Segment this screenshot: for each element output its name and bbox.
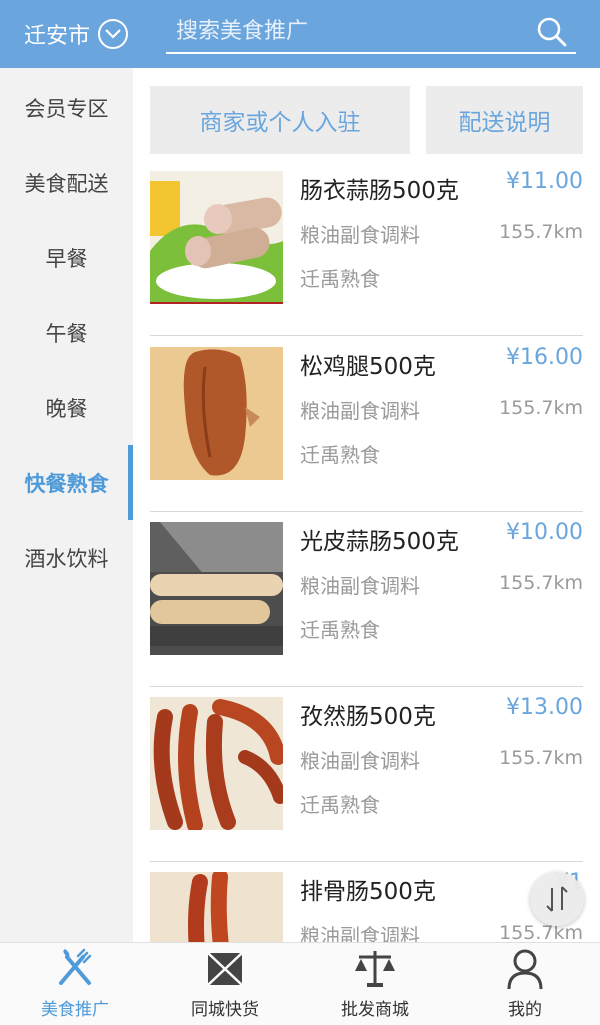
product-category: 粮油副食调料: [300, 749, 420, 773]
list-item[interactable]: 孜然肠500克 ¥13.00 粮油副食调料 155.7km 迁禹熟食: [150, 687, 583, 862]
person-icon: [507, 949, 543, 990]
sidebar-item-dinner[interactable]: 晚餐: [0, 370, 133, 445]
sidebar-item-label: 晚餐: [45, 396, 88, 421]
product-price: ¥16.00: [506, 345, 583, 370]
product-shop: 迁禹熟食: [300, 618, 380, 642]
sidebar-item-food-delivery[interactable]: 美食配送: [0, 145, 133, 220]
nav-label: 同城快货: [191, 1000, 259, 1020]
product-price: ¥10.00: [506, 520, 583, 545]
nav-food-promo[interactable]: 美食推广: [0, 943, 150, 1025]
product-price: ¥11.00: [506, 169, 583, 194]
product-price: ¥13.00: [506, 695, 583, 720]
product-distance: 155.7km: [499, 922, 583, 942]
product-category: 粮油副食调料: [300, 223, 420, 247]
search-box: [166, 10, 576, 54]
search-input[interactable]: [166, 18, 526, 44]
product-shop: 迁禹熟食: [300, 443, 380, 467]
sidebar-item-label: 早餐: [45, 246, 88, 271]
app-root: 迁安市 会员专区 美食配送 早餐 午餐 晚餐: [0, 0, 600, 1025]
sidebar-item-label: 酒水饮料: [24, 546, 109, 571]
product-category: 粮油副食调料: [300, 574, 420, 598]
product-image: [150, 522, 283, 655]
search-icon[interactable]: [536, 16, 568, 48]
category-sidebar: 会员专区 美食配送 早餐 午餐 晚餐 快餐熟食 酒水饮料: [0, 68, 133, 942]
sidebar-item-label: 午餐: [45, 321, 88, 346]
nav-label: 美食推广: [41, 1000, 109, 1020]
nav-label: 批发商城: [341, 1000, 409, 1020]
product-image: [150, 697, 283, 830]
product-shop: 迁禹熟食: [300, 267, 380, 291]
merchant-join-button[interactable]: 商家或个人入驻: [150, 86, 410, 154]
product-distance: 155.7km: [499, 221, 583, 243]
city-selector[interactable]: 迁安市: [24, 0, 129, 68]
package-icon: [207, 952, 243, 986]
product-category: 粮油副食调料: [300, 924, 420, 942]
sidebar-item-label: 美食配送: [24, 171, 109, 196]
sidebar-item-lunch[interactable]: 午餐: [0, 295, 133, 370]
product-name: 排骨肠500克: [300, 879, 436, 905]
city-name: 迁安市: [24, 24, 91, 49]
nav-city-delivery[interactable]: 同城快货: [150, 943, 300, 1025]
sidebar-item-label: 快餐熟食: [24, 471, 109, 496]
sidebar-item-breakfast[interactable]: 早餐: [0, 220, 133, 295]
product-list-panel: 商家或个人入驻 配送说明 肠衣蒜肠500克 ¥11.00 粮油副食调料 155.…: [133, 68, 600, 942]
sidebar-item-member[interactable]: 会员专区: [0, 70, 133, 145]
sidebar-item-fast-food[interactable]: 快餐熟食: [0, 445, 133, 520]
sort-arrows-icon: [546, 886, 568, 912]
product-image: [150, 347, 283, 480]
sidebar-item-drinks[interactable]: 酒水饮料: [0, 520, 133, 595]
product-image: [150, 872, 283, 942]
scale-icon: [355, 951, 395, 987]
product-distance: 155.7km: [499, 747, 583, 769]
product-category: 粮油副食调料: [300, 399, 420, 423]
fork-knife-icon: [59, 948, 92, 985]
product-name: 孜然肠500克: [300, 704, 436, 730]
nav-label: 我的: [508, 1000, 542, 1020]
product-distance: 155.7km: [499, 397, 583, 419]
list-item[interactable]: 光皮蒜肠500克 ¥10.00 粮油副食调料 155.7km 迁禹熟食: [150, 512, 583, 687]
delivery-info-button[interactable]: 配送说明: [426, 86, 583, 154]
list-item[interactable]: 排骨肠500克 ¥1 粮油副食调料 155.7km: [150, 862, 583, 942]
product-name: 松鸡腿500克: [300, 354, 436, 380]
product-name: 光皮蒜肠500克: [300, 529, 459, 555]
sort-toggle-button[interactable]: [530, 872, 584, 926]
nav-my-profile[interactable]: 我的: [450, 943, 600, 1025]
sidebar-item-label: 会员专区: [24, 96, 109, 121]
product-distance: 155.7km: [499, 572, 583, 594]
nav-wholesale[interactable]: 批发商城: [300, 943, 450, 1025]
list-item[interactable]: 松鸡腿500克 ¥16.00 粮油副食调料 155.7km 迁禹熟食: [150, 337, 583, 512]
product-image: [150, 171, 283, 304]
list-item[interactable]: 肠衣蒜肠500克 ¥11.00 粮油副食调料 155.7km 迁禹熟食: [150, 161, 583, 336]
header-bar: 迁安市: [0, 0, 600, 68]
bottom-nav: 美食推广 同城快货 批发商城 我的: [0, 942, 600, 1025]
product-name: 肠衣蒜肠500克: [300, 178, 459, 204]
product-shop: 迁禹熟食: [300, 793, 380, 817]
chevron-down-icon: [98, 19, 129, 49]
